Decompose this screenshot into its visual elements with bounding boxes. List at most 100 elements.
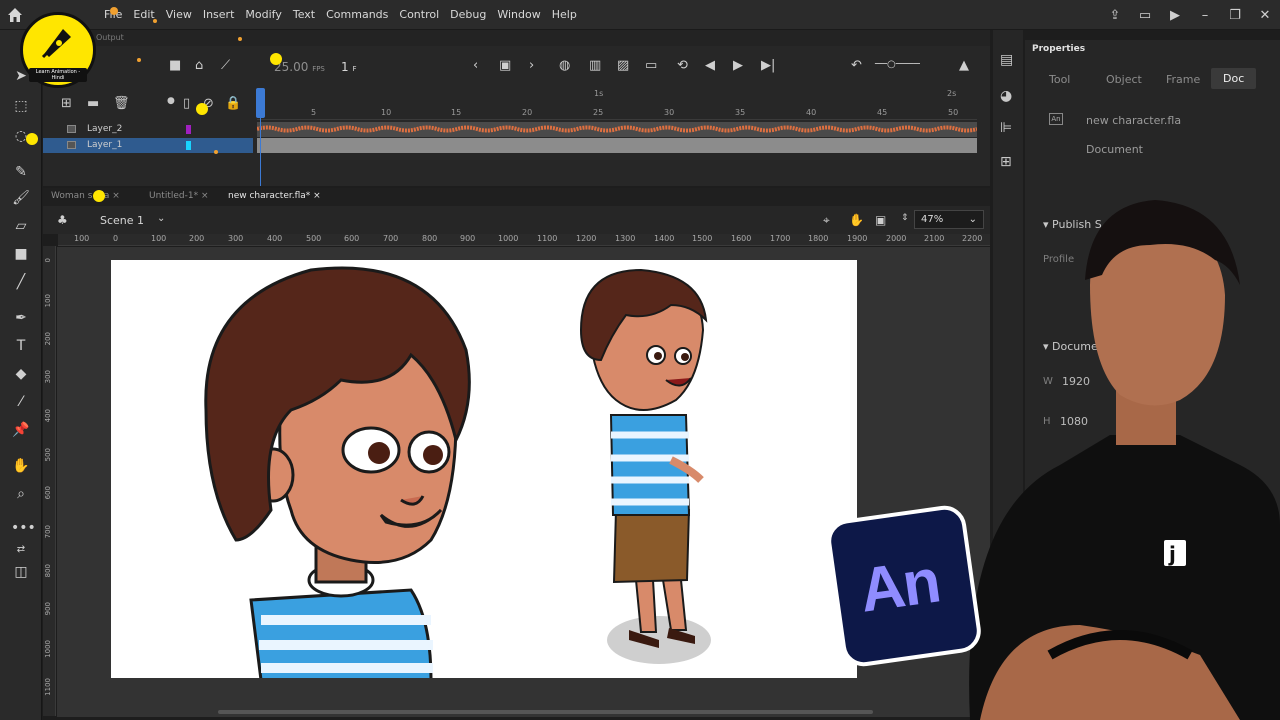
frame-ruler[interactable]: 1s 2s 5 10 15 20 25 30 35 40 45 50	[257, 88, 977, 120]
restore-icon[interactable]: ❐	[1220, 8, 1250, 23]
edit-symbols-icon[interactable]: ♣	[57, 213, 68, 227]
frame-span-layer-1[interactable]	[257, 138, 977, 153]
test-movie-icon[interactable]: ▶	[1160, 8, 1190, 23]
undo-icon[interactable]: ↶	[851, 58, 862, 73]
hand-tool-icon[interactable]: ✋	[11, 456, 31, 476]
current-frame[interactable]: 1 F	[341, 60, 357, 74]
close-icon[interactable]: ✕	[1250, 8, 1280, 23]
vertical-ruler: 0 100 200 300 400 500 600 700 800 900 10…	[43, 246, 56, 716]
menu-help[interactable]: Help	[552, 8, 584, 21]
line-tool-icon[interactable]: ╱	[11, 272, 31, 292]
home-icon[interactable]	[6, 6, 24, 24]
tab-frame[interactable]: Frame	[1166, 73, 1200, 86]
mountain-icon[interactable]: ▲	[959, 58, 969, 73]
rectangle-tool-icon[interactable]: ■	[11, 244, 31, 264]
prev-keyframe-icon[interactable]: ‹	[473, 58, 478, 73]
zoom-tool-icon[interactable]: ⌕	[11, 484, 31, 504]
presenter-photo: j	[969, 200, 1280, 720]
loop-icon[interactable]: ⟲	[677, 58, 688, 73]
output-tab[interactable]: Output	[96, 33, 124, 42]
play-icon[interactable]: ▶	[733, 58, 743, 73]
ruler-label: 1900	[847, 234, 868, 243]
ruler-label: 1300	[615, 234, 636, 243]
properties-tabs: Tool Object Frame Doc	[1025, 68, 1280, 92]
center-frame-icon[interactable]: ▭	[645, 58, 657, 73]
layer-color-swatch[interactable]	[186, 141, 191, 150]
horizontal-scrollbar[interactable]	[218, 710, 873, 714]
menu-insert[interactable]: Insert	[203, 8, 242, 21]
frame-tick: 15	[451, 108, 462, 117]
graph-icon[interactable]: ⟋	[221, 58, 230, 73]
more-tools-icon[interactable]: •••	[11, 518, 36, 538]
clip-stage-icon[interactable]: ▣	[875, 213, 886, 227]
tab-tool[interactable]: Tool	[1049, 73, 1070, 86]
stage-canvas[interactable]	[111, 260, 857, 678]
horizontal-ruler: 100 0 100 200 300 400 500 600 700 800 90…	[58, 234, 990, 246]
lock-icon[interactable]: 🔒	[225, 96, 241, 111]
tab-object[interactable]: Object	[1106, 73, 1142, 86]
layer-row-layer-2[interactable]: Layer_2	[43, 122, 253, 137]
tab-untitled-1[interactable]: Untitled-1* ×	[149, 191, 208, 201]
menu-debug[interactable]: Debug	[450, 8, 493, 21]
rotate-stage-icon[interactable]: ✋	[849, 213, 864, 227]
tab-new-character[interactable]: new character.fla* ×	[228, 191, 321, 201]
paint-bucket-tool-icon[interactable]: ◆	[11, 364, 31, 384]
onion-skin-icon[interactable]: ◍	[559, 58, 570, 73]
workspace-icon[interactable]: ▭	[1130, 8, 1160, 23]
menu-edit[interactable]: Edit	[133, 8, 161, 21]
onion-outline-icon[interactable]: ▨	[617, 58, 629, 73]
pen-tool-icon[interactable]: ✒	[11, 308, 31, 328]
transform-icon[interactable]: ⊞	[1000, 154, 1012, 170]
swap-colors-icon[interactable]: ⇄	[11, 540, 31, 560]
menu-view[interactable]: View	[166, 8, 199, 21]
ruler-label: 1800	[808, 234, 829, 243]
pin-tool-icon[interactable]: 📌	[11, 420, 31, 440]
paint-brush-tool-icon[interactable]: ✎	[11, 162, 31, 182]
stepper-icon[interactable]: ⇕	[901, 213, 909, 223]
camera-icon[interactable]: ■	[169, 58, 181, 73]
playhead[interactable]	[256, 88, 265, 118]
step-forward-icon[interactable]: ▶|	[761, 58, 775, 73]
frame-zoom-slider[interactable]: ──○────	[875, 59, 920, 70]
library-icon[interactable]: ▤	[1000, 52, 1013, 68]
ruler-label: 1000	[44, 640, 52, 658]
subselection-tool-icon[interactable]: ⬚	[11, 96, 31, 116]
new-folder-icon[interactable]: ▬	[87, 96, 99, 111]
layer-row-layer-1[interactable]: Layer_1	[43, 138, 253, 153]
new-layer-icon[interactable]: ⊞	[61, 96, 72, 111]
share-icon[interactable]: ⇪	[1100, 8, 1130, 23]
ruler-label: 1500	[692, 234, 713, 243]
delete-layer-icon[interactable]: 🗑	[113, 96, 130, 111]
highlight-icon[interactable]: ●	[167, 96, 175, 106]
eraser-tool-icon[interactable]: ▱	[11, 216, 31, 236]
stroke-fill-icon[interactable]: ◫	[11, 562, 31, 582]
window-controls: ⇪ ▭ ▶ – ❐ ✕	[1100, 0, 1280, 30]
menu-window[interactable]: Window	[497, 8, 547, 21]
layer-color-swatch[interactable]	[186, 125, 191, 134]
eyedropper-tool-icon[interactable]: ⁄	[11, 392, 31, 412]
frame-span-layer-2[interactable]	[256, 122, 978, 137]
menu-commands[interactable]: Commands	[326, 8, 395, 21]
tab-doc[interactable]: Doc	[1211, 68, 1257, 89]
chevron-down-icon[interactable]: ⌄	[157, 213, 165, 224]
menu-control[interactable]: Control	[399, 8, 446, 21]
layer-header: ⊞ ▬ 🗑 ● ▯ ⊘ 🔒	[43, 88, 253, 118]
step-back-icon[interactable]: ◀	[705, 58, 715, 73]
tab-label: new character.fla*	[228, 191, 311, 201]
insert-keyframe-icon[interactable]: ▣	[499, 58, 511, 73]
align-icon[interactable]: ⊫	[1000, 120, 1012, 136]
menu-text[interactable]: Text	[293, 8, 322, 21]
minimize-icon[interactable]: –	[1190, 8, 1220, 23]
scene-selector[interactable]: Scene 1	[100, 214, 144, 227]
fps-display[interactable]: 25.00 FPS	[274, 60, 325, 74]
next-keyframe-icon[interactable]: ›	[529, 58, 534, 73]
outline-icon[interactable]: ▯	[183, 96, 190, 111]
tab-woman-file[interactable]: Woman s .fla ×	[51, 191, 120, 201]
layer-parenting-icon[interactable]: ⌂	[195, 58, 203, 73]
edit-multiple-frames-icon[interactable]: ▥	[589, 58, 601, 73]
center-stage-icon[interactable]: ⌖	[823, 213, 830, 228]
brush-tool-icon[interactable]: 🖌	[11, 188, 31, 208]
color-icon[interactable]: ◕	[1000, 88, 1012, 104]
text-tool-icon[interactable]: T	[11, 336, 31, 356]
menu-modify[interactable]: Modify	[245, 8, 288, 21]
